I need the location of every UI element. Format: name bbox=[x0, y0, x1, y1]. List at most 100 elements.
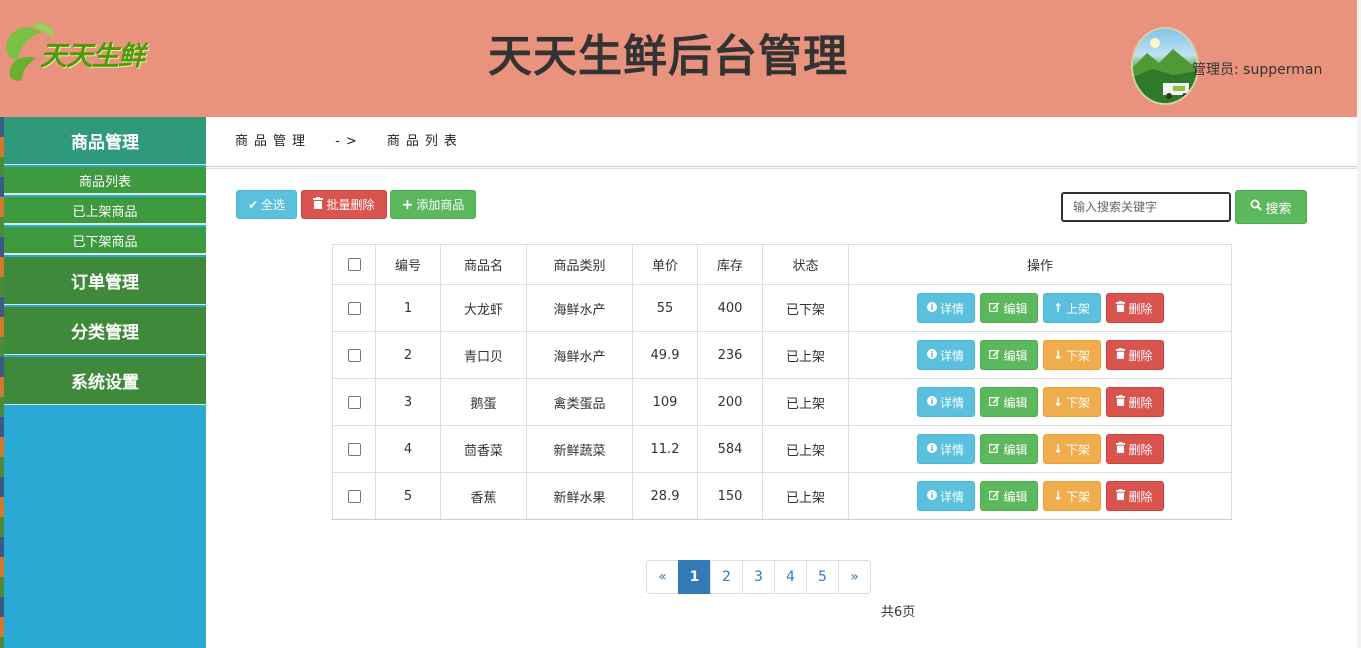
detail-button[interactable]: 详情 bbox=[916, 387, 975, 417]
search-button[interactable]: 搜索 bbox=[1235, 190, 1307, 224]
row-checkbox-cell bbox=[332, 378, 376, 426]
breadcrumb-section[interactable]: 商品管理 bbox=[235, 134, 311, 149]
cell-category: 新鲜水果 bbox=[526, 472, 633, 520]
header-stock: 库存 bbox=[697, 244, 763, 285]
select-all-checkbox[interactable] bbox=[347, 258, 361, 271]
toggle-label: 下架 bbox=[1066, 489, 1091, 504]
header-name: 商品名 bbox=[440, 244, 527, 285]
detail-button[interactable]: 详情 bbox=[916, 434, 975, 464]
edit-button[interactable]: 编辑 bbox=[979, 340, 1038, 370]
take-off-shelf-button[interactable]: ↓ 下架 bbox=[1042, 387, 1101, 417]
sidebar-group-product[interactable]: 商品管理 bbox=[4, 117, 206, 165]
cell-name: 青口贝 bbox=[440, 331, 527, 379]
edit-icon bbox=[989, 442, 1000, 456]
batch-delete-label: 批量删除 bbox=[326, 198, 375, 212]
edit-button[interactable]: 编辑 bbox=[979, 434, 1038, 464]
info-icon bbox=[926, 301, 937, 315]
table-row: 2 青口贝 海鲜水产 49.9 236 已上架 详情 编辑 ↓ 下架 删除 bbox=[332, 331, 1232, 379]
arrow-down-icon: ↓ bbox=[1052, 348, 1064, 362]
cell-status: 已下架 bbox=[762, 284, 849, 332]
edit-button[interactable]: 编辑 bbox=[979, 387, 1038, 417]
breadcrumb: 商品管理 -> 商品列表 bbox=[235, 130, 463, 149]
page-5[interactable]: 5 bbox=[806, 560, 839, 594]
arrow-down-icon: ↓ bbox=[1052, 395, 1064, 409]
edit-icon bbox=[989, 301, 1000, 315]
edit-label: 编辑 bbox=[1003, 442, 1028, 457]
sidebar-item-on-shelf[interactable]: 已上架商品 bbox=[4, 197, 206, 225]
cell-actions: 详情 编辑 ↓ 下架 删除 bbox=[848, 472, 1232, 520]
take-off-shelf-button[interactable]: ↓ 下架 bbox=[1042, 340, 1101, 370]
cell-price: 28.9 bbox=[632, 472, 698, 520]
edit-label: 编辑 bbox=[1003, 301, 1028, 316]
breadcrumb-divider bbox=[206, 166, 1357, 169]
sidebar-group-settings[interactable]: 系统设置 bbox=[4, 357, 206, 405]
arrow-down-icon: ↓ bbox=[1052, 489, 1064, 503]
cell-category: 海鲜水产 bbox=[526, 284, 633, 332]
edit-label: 编辑 bbox=[1003, 348, 1028, 363]
edit-button[interactable]: 编辑 bbox=[979, 293, 1038, 323]
page-next[interactable]: » bbox=[838, 560, 871, 594]
avatar[interactable] bbox=[1131, 27, 1199, 105]
toggle-label: 下架 bbox=[1066, 348, 1091, 363]
row-checkbox[interactable] bbox=[347, 395, 361, 409]
page-4[interactable]: 4 bbox=[774, 560, 807, 594]
sidebar-group-orders[interactable]: 订单管理 bbox=[4, 257, 206, 305]
cell-price: 109 bbox=[632, 378, 698, 426]
trash-icon bbox=[1116, 442, 1126, 456]
table-row: 1 大龙虾 海鲜水产 55 400 已下架 详情 编辑 ↑ 上架 删除 bbox=[332, 284, 1232, 332]
row-checkbox[interactable] bbox=[347, 301, 361, 315]
edit-icon bbox=[989, 489, 1000, 503]
cell-actions: 详情 编辑 ↓ 下架 删除 bbox=[848, 425, 1232, 473]
row-checkbox[interactable] bbox=[347, 348, 361, 362]
batch-delete-button[interactable]: 批量删除 bbox=[301, 190, 387, 219]
window-edge bbox=[1357, 0, 1361, 648]
row-checkbox-cell bbox=[332, 472, 376, 520]
cell-name: 香蕉 bbox=[440, 472, 527, 520]
cell-stock: 584 bbox=[697, 425, 763, 473]
page-1[interactable]: 1 bbox=[678, 560, 711, 594]
arrow-down-icon: ↓ bbox=[1052, 442, 1064, 456]
cell-stock: 200 bbox=[697, 378, 763, 426]
search-input[interactable] bbox=[1061, 192, 1231, 222]
cell-id: 3 bbox=[375, 378, 441, 426]
sidebar-group-categories[interactable]: 分类管理 bbox=[4, 307, 206, 355]
delete-button[interactable]: 删除 bbox=[1105, 387, 1164, 417]
delete-button[interactable]: 删除 bbox=[1105, 340, 1164, 370]
delete-label: 删除 bbox=[1128, 348, 1153, 363]
cell-actions: 详情 编辑 ↓ 下架 删除 bbox=[848, 378, 1232, 426]
row-checkbox[interactable] bbox=[347, 442, 361, 456]
delete-button[interactable]: 删除 bbox=[1105, 293, 1164, 323]
row-checkbox[interactable] bbox=[347, 489, 361, 503]
sidebar-item-product-list[interactable]: 商品列表 bbox=[4, 167, 206, 195]
page-prev[interactable]: « bbox=[646, 560, 679, 594]
cell-category: 海鲜水产 bbox=[526, 331, 633, 379]
sidebar-item-off-shelf[interactable]: 已下架商品 bbox=[4, 227, 206, 255]
product-table: 编号 商品名 商品类别 单价 库存 状态 操作 1 大龙虾 海鲜水产 55 400 已下架… bbox=[332, 244, 1232, 520]
delete-button[interactable]: 删除 bbox=[1105, 481, 1164, 511]
info-icon bbox=[926, 442, 937, 456]
page-3[interactable]: 3 bbox=[742, 560, 775, 594]
pagination: « 1 2 3 4 5 » bbox=[646, 560, 871, 594]
detail-button[interactable]: 详情 bbox=[916, 293, 975, 323]
cell-category: 禽类蛋品 bbox=[526, 378, 633, 426]
page-2[interactable]: 2 bbox=[710, 560, 743, 594]
header-category: 商品类别 bbox=[526, 244, 633, 285]
cell-name: 鹅蛋 bbox=[440, 378, 527, 426]
detail-button[interactable]: 详情 bbox=[916, 340, 975, 370]
add-product-button[interactable]: + 添加商品 bbox=[390, 190, 476, 219]
cell-id: 5 bbox=[375, 472, 441, 520]
list-on-shelf-button[interactable]: ↑ 上架 bbox=[1042, 293, 1101, 323]
edit-button[interactable]: 编辑 bbox=[979, 481, 1038, 511]
take-off-shelf-button[interactable]: ↓ 下架 bbox=[1042, 481, 1101, 511]
check-icon: ✔ bbox=[247, 197, 259, 212]
search-icon bbox=[1250, 199, 1263, 215]
table-row: 3 鹅蛋 禽类蛋品 109 200 已上架 详情 编辑 ↓ 下架 删除 bbox=[332, 378, 1232, 426]
cell-actions: 详情 编辑 ↓ 下架 删除 bbox=[848, 331, 1232, 379]
delete-button[interactable]: 删除 bbox=[1105, 434, 1164, 464]
edit-label: 编辑 bbox=[1003, 395, 1028, 410]
plus-icon: + bbox=[401, 196, 414, 213]
take-off-shelf-button[interactable]: ↓ 下架 bbox=[1042, 434, 1101, 464]
detail-button[interactable]: 详情 bbox=[916, 481, 975, 511]
select-all-button[interactable]: ✔ 全选 bbox=[236, 190, 297, 219]
trash-icon bbox=[1116, 301, 1126, 315]
